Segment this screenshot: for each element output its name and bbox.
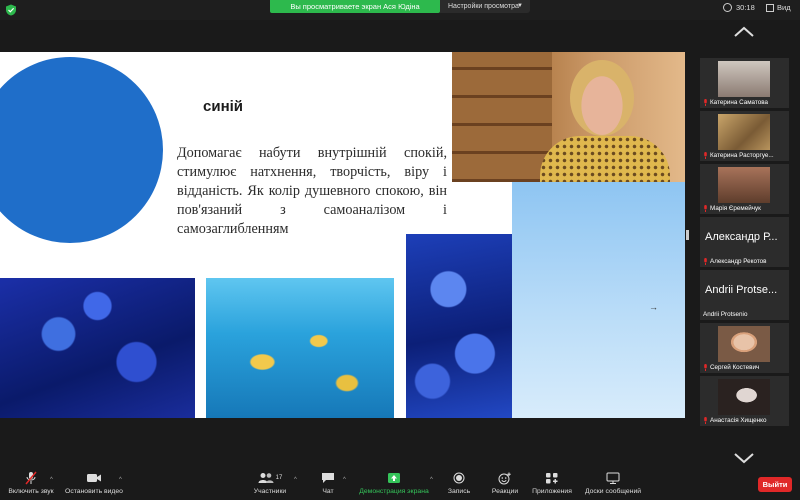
participant-name: Александр Рекотов bbox=[710, 258, 767, 265]
smiley-icon bbox=[498, 472, 511, 484]
participant-display-name: Александр Р... bbox=[705, 231, 778, 243]
meeting-toolbar: Включить звук ^ Остановить видео ^ 17 Уч… bbox=[0, 468, 800, 500]
grid-view-icon bbox=[766, 3, 774, 12]
participant-video bbox=[718, 114, 770, 150]
share-screen-label: Демонстрация экрана bbox=[359, 488, 429, 495]
record-label: Запись bbox=[447, 488, 471, 495]
top-bar: Вы просматриваете экран Ася Юдіна Настро… bbox=[0, 0, 800, 20]
participant-video bbox=[718, 167, 770, 203]
forget-me-not-photo bbox=[406, 234, 512, 418]
chat-bubble-icon bbox=[322, 473, 334, 483]
blue-flowers-photo bbox=[0, 278, 195, 418]
chat-label: Чат bbox=[322, 488, 334, 495]
chevron-up-icon[interactable]: ^ bbox=[430, 477, 433, 483]
people-icon bbox=[258, 473, 274, 483]
participant-name: Сергей Костевич bbox=[710, 364, 760, 371]
mic-muted-icon bbox=[704, 152, 707, 159]
mic-muted-icon bbox=[704, 417, 707, 424]
participant-tile[interactable]: Сергей Костевич bbox=[700, 323, 789, 373]
chevron-up-icon[interactable] bbox=[733, 26, 755, 38]
participant-tile[interactable]: Александр Р... Александр Рекотов bbox=[700, 217, 789, 267]
participant-tile[interactable]: Катерина Саматова bbox=[700, 58, 789, 108]
view-settings-dropdown[interactable]: Настройки просмотра ▼ bbox=[440, 0, 530, 13]
view-button[interactable]: Вид bbox=[766, 3, 791, 12]
presenter-head bbox=[570, 60, 634, 136]
participant-name: Катерина Расторгуе... bbox=[710, 152, 774, 159]
participants-count: 17 bbox=[275, 475, 283, 481]
stop-video-label: Остановить видео bbox=[65, 488, 123, 495]
mic-muted-icon bbox=[704, 99, 707, 106]
record-icon bbox=[453, 472, 465, 484]
participant-name: Анастасія Хищенко bbox=[710, 417, 767, 424]
unmute-label: Включить звук bbox=[8, 488, 54, 495]
participant-display-name: Andrii Protse... bbox=[705, 284, 778, 296]
arrow-right-icon: → bbox=[649, 302, 658, 312]
screen-share-banner: Вы просматриваете экран Ася Юдіна bbox=[270, 0, 440, 13]
participant-tile[interactable]: Катерина Расторгуе... bbox=[700, 111, 789, 161]
gradient-panel bbox=[512, 182, 685, 418]
participants-label: Участники bbox=[253, 488, 287, 495]
blue-circle-shape bbox=[0, 57, 163, 243]
chevron-up-icon[interactable]: ^ bbox=[119, 477, 122, 483]
view-label: Вид bbox=[777, 3, 791, 12]
participants-button[interactable]: 17 Участники bbox=[250, 471, 290, 495]
participant-tile[interactable]: Анастасія Хищенко bbox=[700, 376, 789, 426]
chat-button[interactable]: Чат bbox=[315, 471, 341, 495]
presenter-video[interactable] bbox=[452, 52, 685, 182]
bookshelf-background bbox=[452, 52, 552, 182]
slide-title: синій bbox=[203, 98, 244, 115]
record-button[interactable]: Запись bbox=[444, 471, 474, 495]
participant-video bbox=[718, 326, 770, 362]
view-settings-label: Настройки просмотра bbox=[448, 3, 519, 10]
reactions-button[interactable]: Реакции bbox=[489, 471, 521, 495]
video-camera-icon bbox=[87, 474, 101, 482]
share-screen-button[interactable]: Демонстрация экрана bbox=[355, 471, 433, 495]
mic-muted-icon bbox=[704, 258, 707, 265]
presenter-scarf bbox=[540, 136, 670, 182]
mic-muted-icon bbox=[704, 364, 707, 371]
participant-video bbox=[718, 61, 770, 97]
apps-label: Приложения bbox=[532, 488, 572, 495]
participant-name: Катерина Саматова bbox=[710, 99, 768, 106]
whiteboards-button[interactable]: Доски сообщений bbox=[582, 471, 644, 495]
chevron-down-icon[interactable] bbox=[733, 452, 755, 464]
chevron-up-icon[interactable]: ^ bbox=[294, 477, 297, 483]
stop-video-button[interactable]: Остановить видео bbox=[62, 471, 126, 495]
participant-video bbox=[718, 379, 770, 415]
clock-icon bbox=[723, 3, 732, 12]
chevron-down-icon: ▼ bbox=[517, 3, 523, 9]
chevron-up-icon[interactable]: ^ bbox=[343, 477, 346, 483]
reactions-label: Реакции bbox=[491, 488, 519, 495]
apps-grid-icon bbox=[546, 473, 558, 484]
participant-name: Andrii Protsenio bbox=[703, 311, 748, 318]
meeting-timer: 30:18 bbox=[723, 3, 755, 12]
leave-button[interactable]: Выйти bbox=[758, 477, 792, 492]
whiteboards-label: Доски сообщений bbox=[584, 488, 642, 495]
participant-tile[interactable]: Марія Єремейчук bbox=[700, 164, 789, 214]
mic-muted-icon bbox=[704, 205, 707, 212]
share-screen-icon bbox=[388, 473, 400, 483]
timer-value: 30:18 bbox=[736, 3, 755, 12]
participant-name: Марія Єремейчук bbox=[710, 205, 761, 212]
unmute-button[interactable]: Включить звук bbox=[4, 471, 58, 495]
panel-resize-handle[interactable] bbox=[686, 230, 689, 240]
mic-muted-icon bbox=[25, 471, 37, 485]
chevron-up-icon[interactable]: ^ bbox=[50, 477, 53, 483]
slide-body-text: Допомагає набути внутрішній спокій, стим… bbox=[177, 145, 447, 237]
apps-button[interactable]: Приложения bbox=[530, 471, 574, 495]
shield-icon[interactable] bbox=[5, 4, 17, 16]
fish-reef-photo bbox=[206, 278, 394, 418]
whiteboard-icon bbox=[606, 472, 620, 484]
participant-tile[interactable]: Andrii Protse... Andrii Protsenio bbox=[700, 270, 789, 320]
